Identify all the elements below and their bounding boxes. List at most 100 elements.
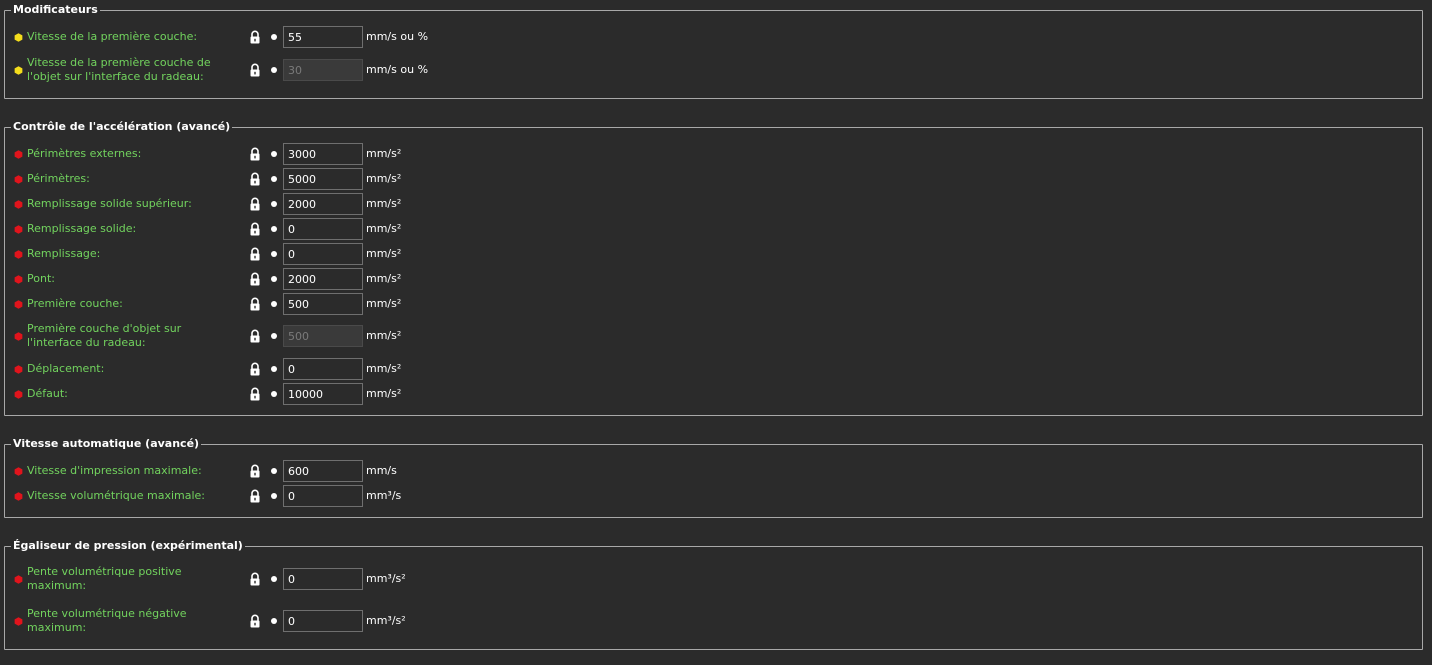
lock-icon[interactable] [248, 63, 262, 77]
lock-icon[interactable] [248, 387, 262, 401]
reset-bullet-icon[interactable] [271, 576, 277, 582]
red-hexagon-icon [14, 274, 23, 284]
red-hexagon-icon [14, 224, 23, 234]
unit-label: mm³/s [366, 489, 402, 502]
group-modificateurs: Modificateurs Vitesse de la première couc… [4, 3, 1423, 99]
reset-bullet-icon[interactable] [271, 34, 277, 40]
unit-label: mm/s² [366, 387, 402, 400]
lock-icon[interactable] [248, 329, 262, 343]
value-field[interactable] [283, 610, 363, 632]
value-field[interactable] [283, 168, 363, 190]
setting-label: Vitesse d'impression maximale: [27, 464, 202, 477]
unit-label: mm³/s² [366, 572, 406, 585]
reset-bullet-icon[interactable] [271, 468, 277, 474]
unit-label: mm/s² [366, 272, 402, 285]
value-field[interactable] [283, 460, 363, 482]
red-hexagon-icon [14, 616, 23, 626]
setting-label: Remplissage solide supérieur: [27, 197, 192, 210]
lock-icon[interactable] [248, 572, 262, 586]
setting-label: Première couche: [27, 297, 123, 310]
red-hexagon-icon [14, 491, 23, 501]
lock-icon[interactable] [248, 197, 262, 211]
setting-label: Remplissage: [27, 247, 101, 260]
group-egaliseur-de-pression-experimental: Égaliseur de pression (expérimental) Pent… [4, 539, 1423, 650]
red-hexagon-icon [14, 249, 23, 259]
red-hexagon-icon [14, 574, 23, 584]
value-field[interactable] [283, 143, 363, 165]
reset-bullet-icon[interactable] [271, 301, 277, 307]
setting-label-line: maximum: [27, 579, 87, 592]
unit-label: mm/s² [366, 197, 402, 210]
value-field[interactable] [283, 193, 363, 215]
red-hexagon-icon [14, 389, 23, 399]
group-controle-de-l-acceleration-avance: Contrôle de l'accélération (avancé) Périm… [4, 120, 1423, 416]
reset-bullet-icon[interactable] [271, 276, 277, 282]
unit-label: mm/s ou % [366, 63, 429, 76]
setting-label-line: Pente volumétrique négative [27, 607, 187, 620]
lock-icon[interactable] [248, 614, 262, 628]
value-field [283, 325, 363, 347]
lock-icon[interactable] [248, 489, 262, 503]
reset-bullet-icon[interactable] [271, 226, 277, 232]
red-hexagon-icon [14, 199, 23, 209]
value-field[interactable] [283, 293, 363, 315]
unit-label: mm/s² [366, 147, 402, 160]
red-hexagon-icon [14, 466, 23, 476]
value-field[interactable] [283, 243, 363, 265]
value-field[interactable] [283, 383, 363, 405]
reset-bullet-icon[interactable] [271, 618, 277, 624]
group-vitesse-automatique-avance: Vitesse automatique (avancé) Vitesse d'im… [4, 437, 1423, 518]
lock-icon[interactable] [248, 297, 262, 311]
setting-label: Première couche d'objet sur l'interface d… [27, 322, 217, 350]
unit-label: mm/s² [366, 247, 402, 260]
unit-label: mm/s² [366, 222, 402, 235]
red-hexagon-icon [14, 299, 23, 309]
unit-label: mm/s [366, 464, 397, 477]
yellow-hexagon-icon [14, 65, 23, 75]
lock-icon[interactable] [248, 247, 262, 261]
value-field[interactable] [283, 568, 363, 590]
setting-label: Périmètres: [27, 172, 90, 185]
reset-bullet-icon[interactable] [271, 201, 277, 207]
lock-icon[interactable] [248, 30, 262, 44]
setting-label-line: l'objet sur l'interface du radeau: [27, 70, 204, 83]
setting-label: Déplacement: [27, 362, 105, 375]
reset-bullet-icon[interactable] [271, 333, 277, 339]
red-hexagon-icon [14, 149, 23, 159]
value-field[interactable] [283, 268, 363, 290]
unit-label: mm/s² [366, 329, 402, 342]
reset-bullet-icon[interactable] [271, 251, 277, 257]
reset-bullet-icon[interactable] [271, 151, 277, 157]
lock-icon[interactable] [248, 222, 262, 236]
group-title: Contrôle de l'accélération (avancé) [11, 120, 233, 134]
reset-bullet-icon[interactable] [271, 493, 277, 499]
setting-label-line: Pente volumétrique positive [27, 565, 182, 578]
group-title: Égaliseur de pression (expérimental) [11, 539, 245, 553]
unit-label: mm/s² [366, 362, 402, 375]
value-field[interactable] [283, 26, 363, 48]
lock-icon[interactable] [248, 172, 262, 186]
reset-bullet-icon[interactable] [271, 176, 277, 182]
value-field [283, 59, 363, 81]
reset-bullet-icon[interactable] [271, 67, 277, 73]
lock-icon[interactable] [248, 272, 262, 286]
reset-bullet-icon[interactable] [271, 391, 277, 397]
lock-icon[interactable] [248, 362, 262, 376]
setting-label: Périmètres externes: [27, 147, 142, 160]
setting-label-line: Première couche d'objet sur [27, 322, 182, 335]
value-field[interactable] [283, 218, 363, 240]
setting-label: Pente volumétrique négative maximum: [27, 607, 217, 635]
value-field[interactable] [283, 485, 363, 507]
unit-label: mm/s² [366, 297, 402, 310]
setting-label-line: l'interface du radeau: [27, 336, 146, 349]
value-field[interactable] [283, 358, 363, 380]
unit-label: mm/s ou % [366, 30, 429, 43]
lock-icon[interactable] [248, 464, 262, 478]
yellow-hexagon-icon [14, 32, 23, 42]
setting-label: Vitesse de la première couche: [27, 30, 198, 43]
lock-icon[interactable] [248, 147, 262, 161]
red-hexagon-icon [14, 364, 23, 374]
setting-label: Pont: [27, 272, 55, 285]
reset-bullet-icon[interactable] [271, 366, 277, 372]
setting-label: Vitesse de la première couche de l'objet … [27, 56, 217, 84]
